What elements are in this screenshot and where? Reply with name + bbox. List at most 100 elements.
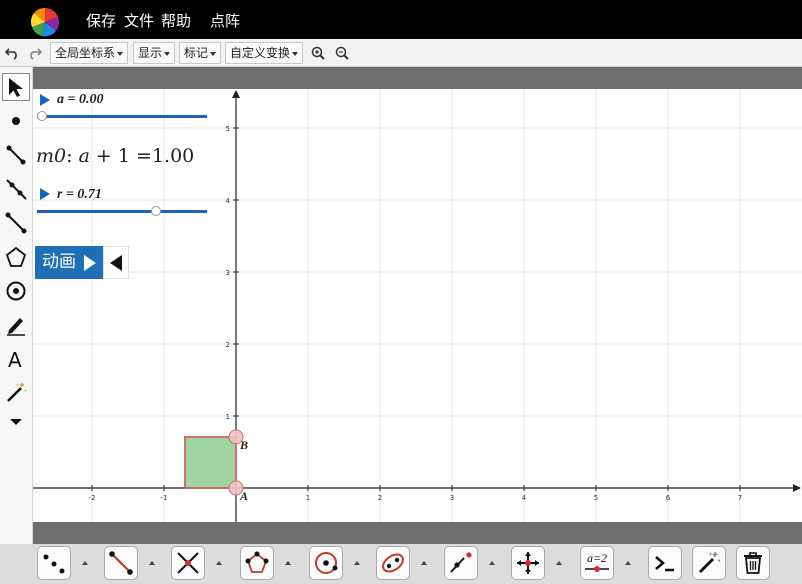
slider-tool-text: a=2: [587, 551, 607, 565]
m0-variable: a: [78, 145, 90, 167]
x-tick-label: 4: [522, 494, 527, 502]
bottom-toolbar: a=2: [0, 544, 802, 584]
animate-reverse-button[interactable]: [103, 246, 129, 279]
circle-tool-icon[interactable]: [309, 546, 343, 580]
slider-r-label: r = 0.71: [57, 187, 102, 202]
undo-icon[interactable]: [1, 42, 23, 64]
x-tick-label: 6: [666, 494, 671, 502]
x-axis-arrow-icon: [793, 484, 801, 492]
polygon-tool-icon[interactable]: [240, 546, 274, 580]
point-label-A: A: [239, 489, 248, 503]
animate-play-button[interactable]: 动画: [35, 246, 103, 279]
slider-r-track[interactable]: [37, 210, 207, 213]
menu-help[interactable]: 帮助: [161, 10, 191, 31]
chevron-down-icon: [292, 51, 299, 56]
conic-tool-icon[interactable]: [376, 546, 410, 580]
zoom-out-icon[interactable]: [331, 42, 353, 64]
coord-system-label: 全局坐标系: [55, 46, 116, 60]
m0-value: 1.00: [151, 145, 195, 167]
square-polygon: [184, 436, 237, 489]
m0-expression: m0: a + 1 =1.00: [36, 145, 195, 167]
point-icon[interactable]: [2, 107, 30, 135]
conic-tool-menu[interactable]: [414, 546, 434, 580]
display-dropdown[interactable]: 显示: [133, 42, 176, 64]
app-logo-icon: [30, 7, 60, 37]
intersect-tool-icon[interactable]: [171, 546, 205, 580]
y-tick-label: 1: [226, 413, 230, 421]
command-tool-icon[interactable]: [648, 546, 682, 580]
point-label-B: B: [239, 438, 248, 452]
slider-a-label: a = 0.00: [57, 92, 104, 107]
pen-icon[interactable]: [2, 311, 30, 339]
custom-transform-label: 自定义变换: [230, 46, 291, 60]
menu-dot-grid[interactable]: 点阵: [210, 10, 240, 31]
tangent-tool-icon[interactable]: [444, 546, 478, 580]
circle-tool-menu[interactable]: [347, 546, 367, 580]
slider-r-knob[interactable]: [150, 206, 161, 216]
m0-name: m0: [36, 145, 67, 167]
play-icon: [84, 255, 96, 271]
ray-icon[interactable]: [2, 175, 30, 203]
y-axis-arrow-icon: [232, 90, 240, 98]
circle-icon[interactable]: [2, 277, 30, 305]
animate-label: 动画: [42, 252, 76, 272]
polygon-icon[interactable]: [2, 243, 30, 271]
slider-a-knob[interactable]: [37, 111, 47, 121]
trash-icon[interactable]: [736, 546, 770, 580]
coord-system-dropdown[interactable]: 全局坐标系: [50, 42, 129, 64]
points-tool-icon[interactable]: [37, 546, 71, 580]
magic-tool-icon[interactable]: [692, 546, 726, 580]
mark-dropdown[interactable]: 标记: [179, 42, 222, 64]
more-chevron-icon[interactable]: [2, 407, 30, 435]
svg-text:A: A: [8, 348, 22, 370]
slider-tool-icon[interactable]: a=2: [580, 546, 614, 580]
slider-tool-menu[interactable]: [618, 546, 638, 580]
intersect-tool-menu[interactable]: [209, 546, 229, 580]
y-tick-label: 5: [226, 125, 230, 133]
slider-r-play-icon[interactable]: [40, 188, 50, 200]
select-arrow-icon[interactable]: [2, 73, 30, 101]
left-toolbar: A: [0, 67, 33, 584]
y-tick-label: 2: [226, 341, 230, 349]
app-window: 保存 文件 帮助 点阵 全局坐标系 显示 标记 自定义变换 A -2 -1 1 …: [0, 0, 802, 584]
segment-tool-menu[interactable]: [142, 546, 162, 580]
chevron-down-icon: [117, 51, 124, 56]
tangent-tool-menu[interactable]: [482, 546, 502, 580]
redo-icon[interactable]: [24, 42, 46, 64]
slider-a-play-icon[interactable]: [40, 94, 50, 106]
x-tick-label: 7: [738, 494, 742, 502]
shape-layer: AB: [184, 429, 248, 503]
x-tick-label: 1: [306, 494, 310, 502]
segment-tool-icon[interactable]: [104, 546, 138, 580]
chevron-down-icon: [164, 51, 171, 56]
x-tick-label: 5: [594, 494, 598, 502]
x-tick-label: 2: [378, 494, 382, 502]
points-tool-menu[interactable]: [75, 546, 95, 580]
mark-label: 标记: [184, 46, 209, 60]
reverse-icon: [110, 255, 122, 271]
graphics-bottom-bar: [33, 522, 802, 544]
x-tick-label: -1: [161, 494, 168, 502]
x-tick-label: 3: [450, 494, 454, 502]
y-tick-label: 3: [226, 269, 230, 277]
menu-file[interactable]: 文件: [124, 10, 154, 31]
move-graphics-tool-menu[interactable]: [549, 546, 569, 580]
slider-a-track[interactable]: [37, 115, 207, 118]
chevron-down-icon: [210, 51, 217, 56]
zoom-in-icon[interactable]: [307, 42, 329, 64]
magic-wand-icon[interactable]: [2, 379, 30, 407]
menu-save[interactable]: 保存: [86, 10, 116, 31]
display-label: 显示: [138, 46, 163, 60]
graphics-top-bar: [33, 67, 802, 89]
custom-transform-dropdown[interactable]: 自定义变换: [225, 42, 304, 64]
text-icon[interactable]: A: [2, 345, 30, 373]
line-icon[interactable]: [2, 209, 30, 237]
m0-operator: + 1 =: [89, 145, 152, 167]
title-bar: 保存 文件 帮助 点阵: [0, 0, 802, 39]
polygon-tool-menu[interactable]: [278, 546, 298, 580]
top-toolbar: 全局坐标系 显示 标记 自定义变换: [0, 39, 802, 67]
x-tick-label: -2: [89, 494, 96, 502]
y-tick-label: 4: [226, 197, 231, 205]
move-graphics-tool-icon[interactable]: [511, 546, 545, 580]
segment-icon[interactable]: [2, 141, 30, 169]
